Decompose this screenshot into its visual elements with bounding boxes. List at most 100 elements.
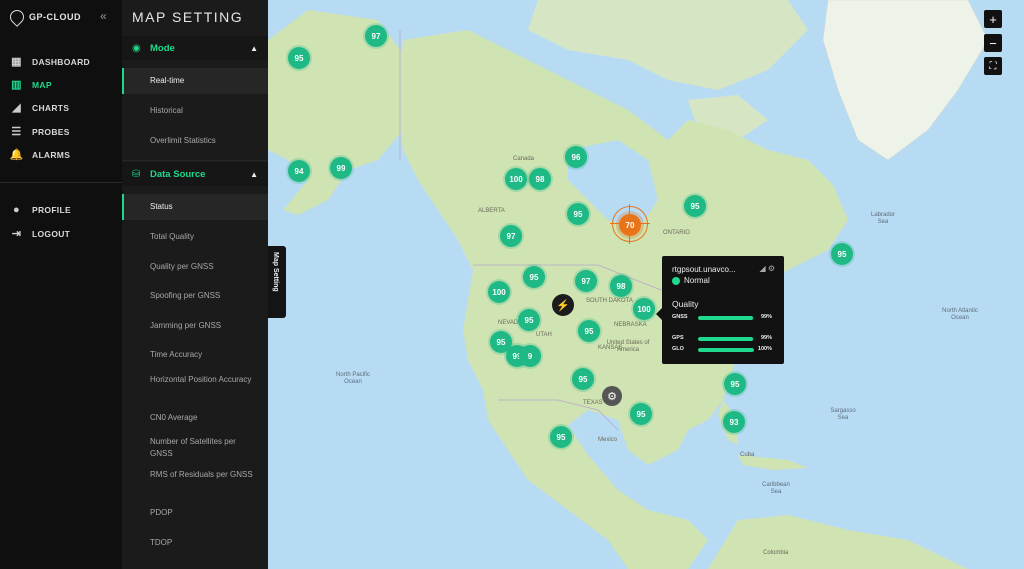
station-cluster-marker[interactable]: 95: [572, 368, 594, 390]
quality-bar: [698, 337, 754, 341]
station-cluster-marker[interactable]: 95: [684, 195, 706, 217]
station-status: Normal: [672, 276, 710, 285]
nav-item-label: CHARTS: [32, 103, 70, 113]
station-cluster-marker[interactable]: 98: [610, 275, 632, 297]
station-cluster-marker[interactable]: 95: [630, 403, 652, 425]
alert-cluster-marker[interactable]: 70: [619, 214, 641, 236]
nav-item-label: LOGOUT: [32, 229, 71, 239]
nav-item-logout[interactable]: ⇥ LOGOUT: [10, 228, 70, 240]
data-source-option-number-of-satellites[interactable]: Number of Satellites per GNSS: [122, 436, 254, 460]
station-cluster-marker[interactable]: 95: [518, 309, 540, 331]
mode-option-real-time[interactable]: Real-time: [122, 68, 268, 94]
quality-bar: [698, 316, 754, 320]
station-cluster-marker[interactable]: 9: [519, 345, 541, 367]
station-cluster-marker[interactable]: 97: [575, 270, 597, 292]
station-cluster-marker[interactable]: 98: [529, 168, 551, 190]
quality-row: GPS 99%: [672, 335, 776, 343]
status-dot-icon: [672, 276, 680, 285]
nav-item-label: DASHBOARD: [32, 57, 90, 67]
map-base: [268, 0, 989, 569]
map-setting-panel: MAP SETTING ◉ Mode ▲ Real-time Historica…: [122, 0, 268, 569]
station-cluster-marker[interactable]: 99: [330, 157, 352, 179]
data-source-option-horizontal-position-accuracy[interactable]: Horizontal Position Accuracy: [122, 374, 252, 386]
data-source-option-time-accuracy[interactable]: Time Accuracy: [122, 349, 268, 361]
quality-value: 100%: [757, 346, 772, 352]
station-cluster-marker[interactable]: 100: [633, 298, 655, 320]
station-cluster-marker[interactable]: 94: [288, 160, 310, 182]
station-cluster-marker[interactable]: 93: [723, 411, 745, 433]
station-cluster-marker[interactable]: 95: [578, 320, 600, 342]
user-icon: ●: [13, 203, 20, 216]
logout-icon: ⇥: [11, 227, 22, 240]
app-logo[interactable]: GP-CLOUD: [7, 7, 81, 27]
collapse-sidebar-icon[interactable]: «: [100, 9, 107, 23]
data-source-option-total-quality[interactable]: Total Quality: [122, 231, 268, 243]
fullscreen-button[interactable]: ⛶: [984, 57, 1002, 75]
quality-value: 99%: [760, 335, 772, 341]
left-navigation: GP-CLOUD « ▦ DASHBOARD ▥ MAP ◢ CHARTS ☰ …: [0, 0, 122, 569]
chart-icon: ◢: [12, 101, 21, 114]
nav-item-label: PROBES: [32, 127, 70, 137]
map-label: Mexico: [598, 437, 618, 443]
nav-item-dashboard[interactable]: ▦ DASHBOARD: [10, 56, 90, 68]
chip-station-icon[interactable]: ⚙: [602, 386, 622, 406]
nav-item-map[interactable]: ▥ MAP: [10, 79, 52, 91]
map-setting-toggle-tab[interactable]: Map Setting: [268, 246, 286, 318]
station-cluster-marker[interactable]: 100: [488, 281, 510, 303]
quality-row: GLO 100%: [672, 346, 776, 354]
station-cluster-marker[interactable]: 95: [288, 47, 310, 69]
station-cluster-marker[interactable]: 95: [724, 373, 746, 395]
mode-option-historical[interactable]: Historical: [122, 105, 268, 117]
data-source-option-cn0-average[interactable]: CN0 Average: [122, 412, 268, 424]
station-cluster-marker[interactable]: 97: [365, 25, 387, 47]
quality-bar-fill: [698, 337, 754, 341]
signal-station-icon[interactable]: ⚡: [552, 294, 574, 316]
map-label: Canada: [513, 156, 535, 162]
data-source-option-tdop[interactable]: TDOP: [122, 537, 268, 549]
nav-item-label: PROFILE: [32, 205, 71, 215]
data-source-option-jamming-per-gnss[interactable]: Jamming per GNSS: [122, 320, 268, 332]
map-label: ALBERTA: [478, 208, 505, 214]
popup-tools: ◢ ⚙: [759, 264, 775, 273]
nav-item-alarms[interactable]: 🔔 ALARMS: [10, 149, 70, 161]
zoom-in-button[interactable]: +: [984, 10, 1002, 28]
quality-bar-fill: [698, 316, 754, 320]
data-source-section-header[interactable]: ⛁ Data Source ▲: [122, 162, 268, 186]
mode-section-header[interactable]: ◉ Mode ▲: [122, 36, 268, 60]
map-label: North Atlantic Ocean: [942, 308, 978, 321]
station-cluster-marker[interactable]: 100: [505, 168, 527, 190]
station-cluster-marker[interactable]: 97: [500, 225, 522, 247]
data-source-option-spoofing-per-gnss[interactable]: Spoofing per GNSS: [122, 290, 268, 302]
collapse-caret-icon[interactable]: ▲: [250, 170, 258, 179]
chart-icon[interactable]: ◢: [759, 264, 765, 273]
data-source-option-rms-of-residuals[interactable]: RMS of Residuals per GNSS: [122, 469, 254, 481]
collapse-caret-icon[interactable]: ▲: [250, 44, 258, 53]
station-cluster-marker[interactable]: 95: [550, 426, 572, 448]
station-cluster-marker[interactable]: 95: [567, 203, 589, 225]
map-label: KANSAS: [598, 345, 623, 351]
nav-item-charts[interactable]: ◢ CHARTS: [10, 102, 69, 114]
map-label: NEBRASKA: [614, 322, 647, 328]
gear-icon[interactable]: ⚙: [768, 264, 775, 273]
map-label: UTAH: [536, 332, 552, 338]
data-source-section-title: Data Source: [150, 168, 206, 180]
station-cluster-marker[interactable]: 95: [523, 266, 545, 288]
station-cluster-marker[interactable]: 96: [565, 146, 587, 168]
nav-item-label: ALARMS: [32, 150, 71, 160]
mode-option-overlimit-statistics[interactable]: Overlimit Statistics: [122, 135, 268, 147]
zoom-out-button[interactable]: −: [984, 34, 1002, 52]
station-cluster-marker[interactable]: 95: [831, 243, 853, 265]
list-icon: ☰: [11, 125, 22, 138]
map-label: Sargasso Sea: [830, 408, 856, 421]
quality-row: GNSS 99%: [672, 314, 776, 322]
map-view[interactable]: Canada United States of America Mexico C…: [268, 0, 1024, 569]
data-source-option-status[interactable]: Status: [122, 194, 268, 220]
nav-item-profile[interactable]: ● PROFILE: [10, 204, 71, 216]
quality-value: 99%: [760, 314, 772, 320]
nav-item-probes[interactable]: ☰ PROBES: [10, 126, 70, 138]
map-label: SOUTH DAKOTA: [586, 298, 633, 304]
section-divider: [122, 160, 268, 161]
data-source-option-quality-per-gnss[interactable]: Quality per GNSS: [122, 261, 268, 273]
data-source-option-pdop[interactable]: PDOP: [122, 507, 268, 519]
logo-text: GP-CLOUD: [29, 12, 81, 22]
